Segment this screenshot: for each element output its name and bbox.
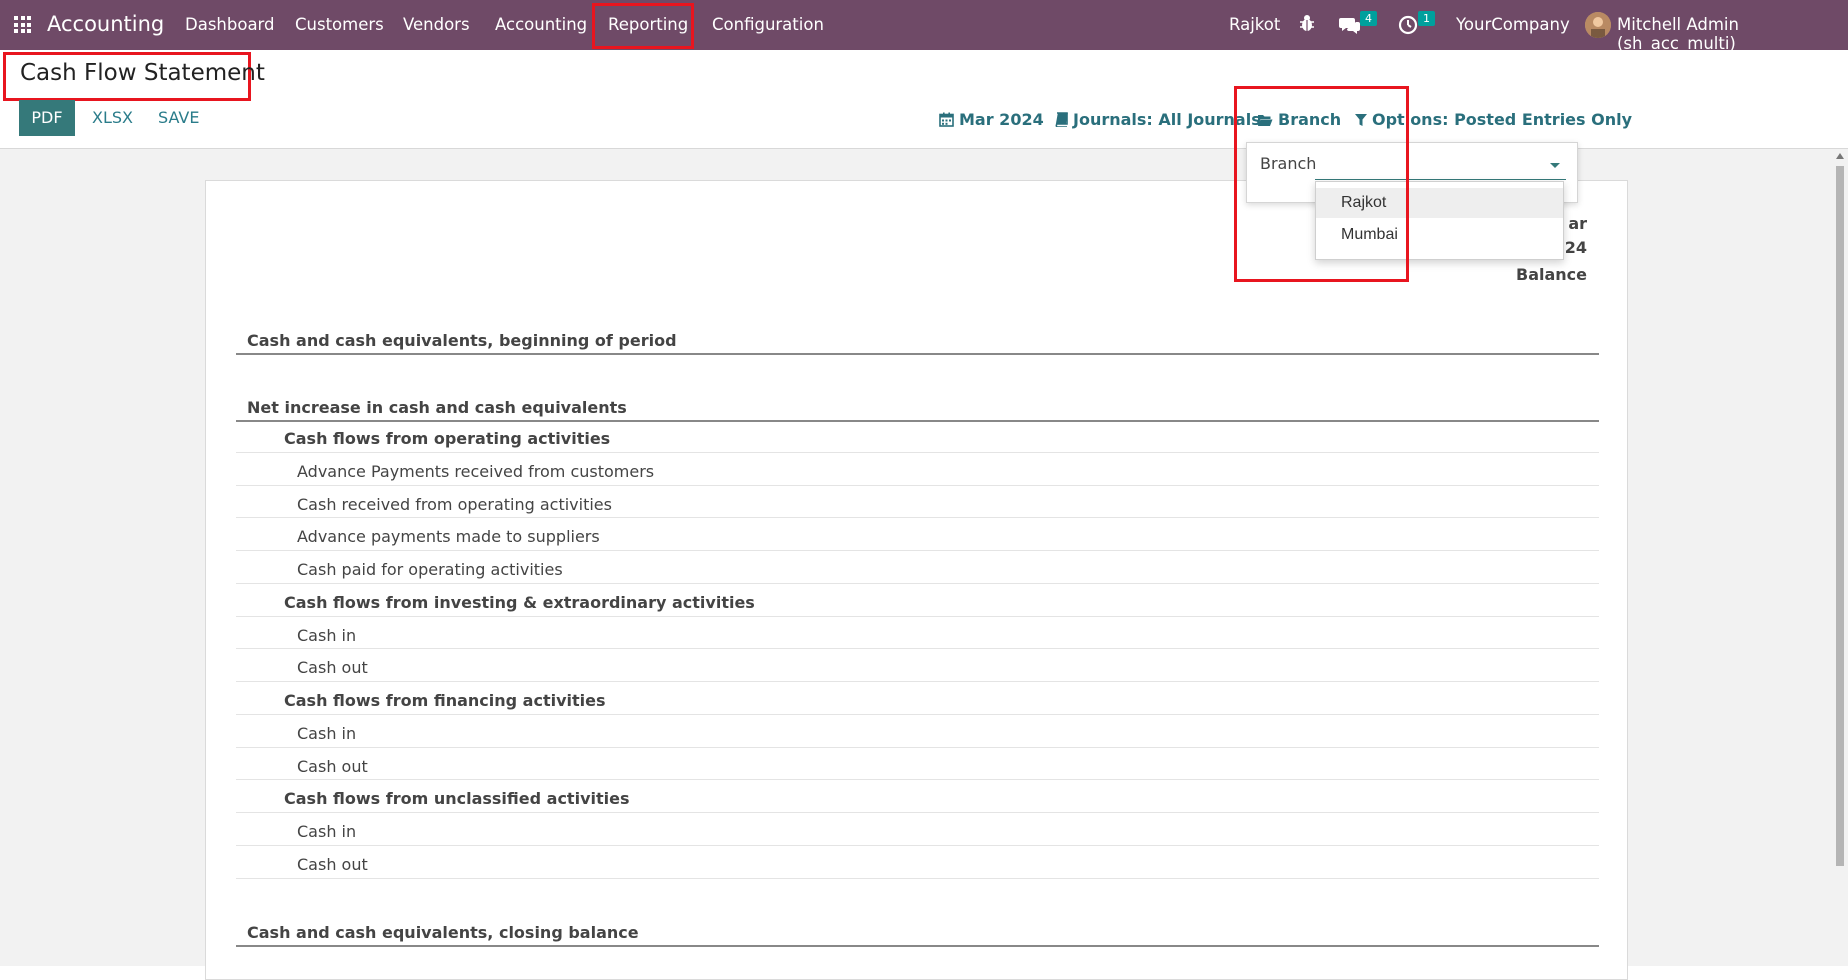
scrollbar-thumb[interactable] [1836, 166, 1844, 866]
date-filter-label: Mar 2024 [959, 110, 1044, 129]
company-switcher[interactable]: YourCompany [1456, 15, 1570, 34]
save-button[interactable]: SAVE [158, 108, 199, 127]
xlsx-button[interactable]: XLSX [92, 108, 133, 127]
book-icon [1055, 112, 1068, 128]
row-divider [236, 583, 1599, 584]
debug-icon[interactable] [1298, 13, 1316, 33]
apps-menu-icon[interactable] [14, 16, 31, 33]
pdf-button[interactable]: PDF [19, 100, 75, 136]
row-label: Cash in [297, 822, 357, 841]
row-divider [236, 681, 1599, 682]
row-label: Cash out [297, 855, 368, 874]
row-divider [236, 945, 1599, 947]
row-label: Cash and cash equivalents, closing balan… [247, 923, 639, 942]
row-label: Cash out [297, 658, 368, 677]
row-label: Cash in [297, 626, 357, 645]
menu-vendors[interactable]: Vendors [403, 15, 470, 34]
row-divider [236, 648, 1599, 649]
row-divider [236, 452, 1599, 453]
row-divider [236, 878, 1599, 879]
row-label: Cash in [297, 724, 357, 743]
row-label: Cash and cash equivalents, beginning of … [247, 331, 677, 350]
menu-dashboard[interactable]: Dashboard [185, 15, 275, 34]
row-divider [236, 420, 1599, 422]
user-menu[interactable]: Mitchell Admin (sh_acc_multi) [1617, 15, 1848, 53]
row-divider [236, 812, 1599, 813]
row-label: Cash out [297, 757, 368, 776]
journals-filter[interactable]: Journals: All Journals [1054, 110, 1261, 129]
row-label: Cash paid for operating activities [297, 560, 563, 579]
row-label: Advance payments made to suppliers [297, 527, 600, 546]
messages-icon[interactable] [1339, 15, 1361, 35]
row-divider [236, 779, 1599, 780]
row-label: Cash received from operating activities [297, 495, 612, 514]
column-header-line2: 24 [1564, 238, 1587, 257]
row-divider [236, 517, 1599, 518]
row-divider [236, 550, 1599, 551]
activities-clock-icon[interactable] [1398, 15, 1418, 35]
app-brand[interactable]: Accounting [47, 12, 164, 36]
user-avatar[interactable] [1585, 12, 1611, 38]
top-navbar: Accounting Dashboard Customers Vendors A… [0, 0, 1848, 53]
row-label: Cash flows from investing & extraordinar… [284, 593, 755, 612]
row-label: Advance Payments received from customers [297, 462, 655, 481]
date-filter[interactable]: Mar 2024 [939, 110, 1044, 129]
report-sheet: ar 24 Balance Cash and cash equivalents,… [205, 180, 1628, 980]
menu-accounting[interactable]: Accounting [495, 15, 587, 34]
row-label: Cash flows from financing activities [284, 691, 606, 710]
page-title: Cash Flow Statement [20, 60, 265, 86]
row-divider [236, 845, 1599, 846]
row-divider [236, 616, 1599, 617]
row-divider [236, 485, 1599, 486]
column-header-line1: ar [1568, 214, 1587, 233]
options-filter-label: Options: Posted Entries Only [1372, 110, 1633, 129]
column-header-balance: Balance [1516, 265, 1587, 284]
row-label: Cash flows from operating activities [284, 429, 611, 448]
row-label: Net increase in cash and cash equivalent… [247, 398, 627, 417]
branch-highlight-box [1234, 86, 1409, 282]
activities-badge: 1 [1418, 11, 1435, 26]
menu-customers[interactable]: Customers [295, 15, 384, 34]
page-scrollbar[interactable] [1832, 149, 1848, 966]
row-divider [236, 714, 1599, 715]
row-divider [236, 747, 1599, 748]
menu-configuration[interactable]: Configuration [712, 15, 824, 34]
journals-filter-label: Journals: All Journals [1073, 110, 1261, 129]
scroll-up-arrow-icon[interactable] [1836, 153, 1844, 159]
messages-badge: 4 [1360, 11, 1377, 26]
row-label: Cash flows from unclassified activities [284, 789, 630, 808]
row-divider [236, 353, 1599, 355]
branch-switcher[interactable]: Rajkot [1229, 15, 1280, 34]
calendar-icon [939, 112, 954, 127]
reporting-highlight-box [592, 3, 694, 49]
dropdown-caret-icon[interactable] [1550, 163, 1560, 168]
